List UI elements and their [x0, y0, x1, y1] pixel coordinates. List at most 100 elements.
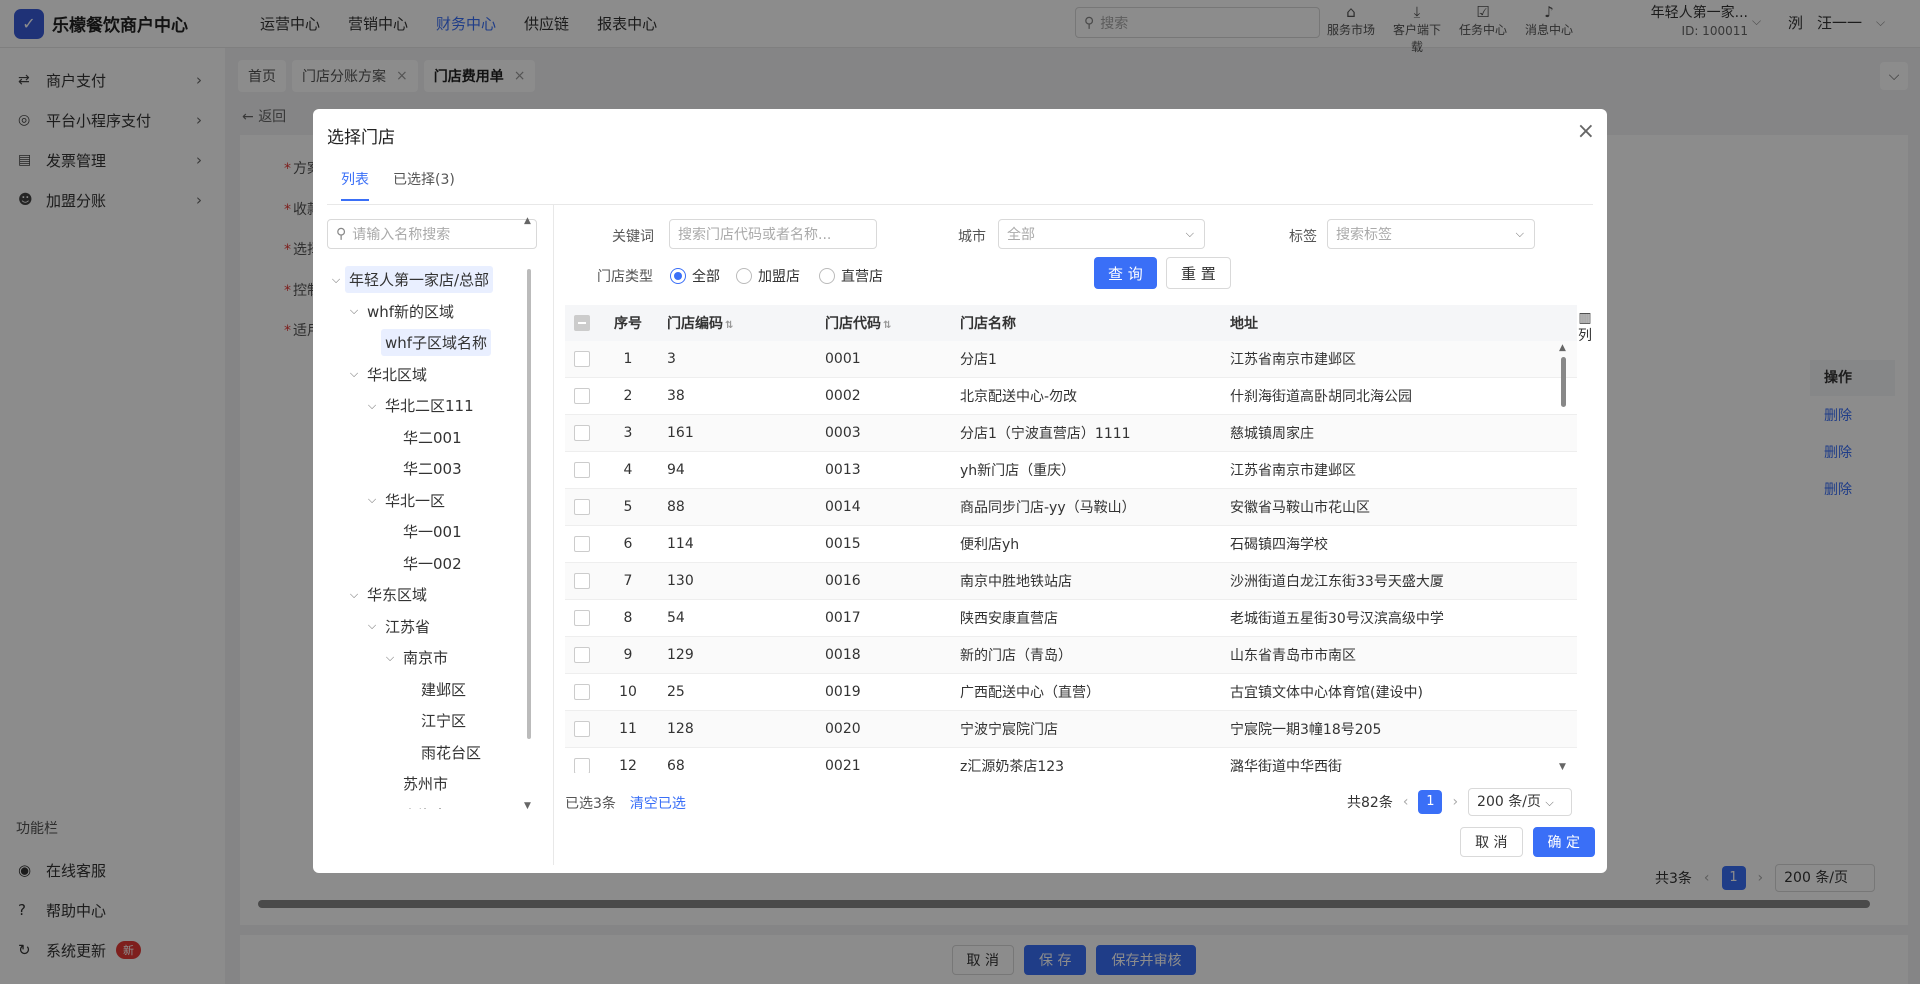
cell-store-no: 0013 — [825, 462, 861, 478]
tree-node[interactable]: whf子区域名称 — [327, 327, 537, 359]
row-checkbox[interactable] — [574, 388, 590, 404]
row-checkbox[interactable] — [574, 684, 590, 700]
tree-node[interactable]: 建邺区 — [327, 674, 537, 706]
tree-node[interactable]: ⌵ 年轻人第一家店/总部 — [327, 264, 537, 296]
table-row[interactable]: 5 88 0014 商品同步门店-yy（马鞍山） 安徽省马鞍山市花山区 — [565, 489, 1577, 526]
scroll-down-icon[interactable]: ▼ — [1559, 762, 1566, 772]
cell-store-code: 128 — [667, 721, 694, 737]
cell-store-name: 北京配送中心-勿改 — [960, 389, 1078, 405]
store-type-label: 门店类型 — [597, 269, 653, 285]
tag-select[interactable]: 搜索标签 ⌵ — [1327, 219, 1535, 249]
row-checkbox[interactable] — [574, 425, 590, 441]
tree-node[interactable]: 华一002 — [327, 548, 537, 580]
row-checkbox[interactable] — [574, 758, 590, 773]
keyword-input[interactable]: 搜索门店代码或者名称... — [669, 219, 877, 249]
row-checkbox[interactable] — [574, 499, 590, 515]
cell-address: 古宜镇文体中心体育馆(建设中) — [1230, 685, 1423, 701]
tree-node[interactable]: 苏州市 — [327, 768, 537, 800]
column-settings-button[interactable]: ▥ 列 — [1575, 309, 1595, 345]
row-checkbox[interactable] — [574, 573, 590, 589]
table-row[interactable]: 7 130 0016 南京中胜地铁站店 沙洲街道白龙江东街33号天盛大厦 — [565, 563, 1577, 600]
table-row[interactable]: 2 38 0002 北京配送中心-勿改 什刹海街道高卧胡同北海公园 — [565, 378, 1577, 415]
chevron-down-icon[interactable]: ⌵ — [363, 619, 381, 633]
tree-node[interactable]: 雨花台区 — [327, 737, 537, 769]
tree-node[interactable]: ⌵ 华北二区111 — [327, 390, 537, 422]
table-scrollbar[interactable] — [1561, 357, 1566, 407]
cell-store-no: 0018 — [825, 647, 861, 663]
cell-store-code: 114 — [667, 536, 694, 552]
table-row[interactable]: 12 68 0021 z汇源奶茶店123 潞华街道中华西街 — [565, 748, 1577, 773]
page-size-select[interactable]: 200 条/页 ⌵ — [1468, 788, 1573, 816]
row-checkbox[interactable] — [574, 721, 590, 737]
row-checkbox[interactable] — [574, 462, 590, 478]
chevron-down-icon[interactable]: ⌵ — [345, 304, 363, 318]
tree-node[interactable]: ⌵ 江苏省 — [327, 611, 537, 643]
tree-node[interactable]: 华二003 — [327, 453, 537, 485]
row-checkbox[interactable] — [574, 610, 590, 626]
cell-store-code: 88 — [667, 499, 685, 515]
tree-node-label: 年轻人第一家店/总部 — [345, 266, 494, 294]
table-row[interactable]: 9 129 0018 新的门店（青岛） 山东省青岛市市南区 — [565, 637, 1577, 674]
col-header-store-no[interactable]: 门店代码 ⇅ — [815, 313, 950, 333]
tree-node[interactable]: 江宁区 — [327, 705, 537, 737]
chevron-down-icon: ⌵ — [1545, 796, 1554, 809]
tree-node[interactable]: 上海市 — [327, 800, 537, 809]
chevron-down-icon[interactable]: ⌵ — [327, 273, 345, 287]
cell-store-name: z汇源奶茶店123 — [960, 759, 1065, 773]
close-icon[interactable]: × — [1577, 119, 1595, 144]
tree-node[interactable]: 华一001 — [327, 516, 537, 548]
next-page-icon[interactable]: › — [1452, 794, 1458, 810]
select-all-checkbox[interactable] — [574, 315, 590, 331]
columns-icon: ▥ — [1578, 310, 1592, 326]
scroll-up-icon[interactable]: ▲ — [524, 216, 531, 226]
page-button[interactable]: 1 — [1418, 790, 1443, 814]
row-checkbox[interactable] — [574, 647, 590, 663]
col-header-store-name: 门店名称 — [960, 316, 1016, 332]
sort-icon[interactable]: ⇅ — [725, 320, 733, 331]
tab-list[interactable]: 列表 — [341, 169, 369, 201]
clear-selection-link[interactable]: 清空已选 — [630, 796, 686, 812]
table-row[interactable]: 4 94 0013 yh新门店（重庆） 江苏省南京市建邺区 — [565, 452, 1577, 489]
tree-node[interactable]: ⌵ 华东区域 — [327, 579, 537, 611]
radio-all[interactable]: 全部 — [670, 266, 720, 286]
table-row[interactable]: 8 54 0017 陕西安康直营店 老城街道五星街30号汉滨高级中学 — [565, 600, 1577, 637]
cell-store-code: 129 — [667, 647, 694, 663]
prev-page-icon[interactable]: ‹ — [1403, 794, 1409, 810]
confirm-button[interactable]: 确 定 — [1532, 827, 1595, 857]
chevron-down-icon[interactable]: ⌵ — [381, 651, 399, 665]
table-row[interactable]: 10 25 0019 广西配送中心（直营） 古宜镇文体中心体育馆(建设中) — [565, 674, 1577, 711]
tab-selected[interactable]: 已选择(3) — [393, 169, 455, 201]
query-button[interactable]: 查 询 — [1094, 257, 1157, 289]
table-row[interactable]: 11 128 0020 宁波宁宸院门店 宁宸院一期3幢18号205 — [565, 711, 1577, 748]
reset-button[interactable]: 重 置 — [1166, 257, 1231, 289]
row-checkbox[interactable] — [574, 536, 590, 552]
cancel-button[interactable]: 取 消 — [1460, 827, 1523, 857]
chevron-down-icon[interactable]: ⌵ — [363, 493, 381, 507]
table-row[interactable]: 3 161 0003 分店1（宁波直营店）1111 慈城镇周家庄 — [565, 415, 1577, 452]
tree-scrollbar[interactable] — [527, 269, 531, 739]
chevron-down-icon[interactable]: ⌵ — [345, 367, 363, 381]
scroll-down-icon[interactable]: ▼ — [524, 801, 531, 811]
table-row[interactable]: 6 114 0015 便利店yh 石碣镇四海学校 — [565, 526, 1577, 563]
scroll-up-icon[interactable]: ▲ — [1559, 343, 1566, 353]
chevron-down-icon[interactable]: ⌵ — [345, 588, 363, 602]
row-checkbox[interactable] — [574, 351, 590, 367]
chevron-down-icon[interactable]: ⌵ — [363, 399, 381, 413]
radio-direct[interactable]: 直营店 — [819, 266, 883, 286]
city-select[interactable]: 全部 ⌵ — [998, 219, 1205, 249]
tree-search-input[interactable]: ⚲ 请输入名称搜索 — [327, 219, 537, 249]
tree-node[interactable]: ⌵ whf新的区域 — [327, 296, 537, 328]
sort-icon[interactable]: ⇅ — [883, 320, 891, 331]
col-header-address: 地址 — [1230, 316, 1258, 332]
tree-node[interactable]: ⌵ 华北区域 — [327, 359, 537, 391]
col-header-store-code[interactable]: 门店编码 ⇅ — [657, 313, 815, 333]
tree-node-label: 江苏省 — [385, 617, 431, 636]
tree-node[interactable]: ⌵ 南京市 — [327, 642, 537, 674]
cell-store-no: 0002 — [825, 388, 861, 404]
radio-franchise[interactable]: 加盟店 — [736, 266, 800, 286]
tree-node[interactable]: 华二001 — [327, 422, 537, 454]
tree-node[interactable]: ⌵ 华北一区 — [327, 485, 537, 517]
tree-node-label: 华一001 — [403, 523, 462, 542]
table-row[interactable]: 1 3 0001 分店1 江苏省南京市建邺区 — [565, 341, 1577, 378]
city-label: 城市 — [958, 229, 986, 245]
